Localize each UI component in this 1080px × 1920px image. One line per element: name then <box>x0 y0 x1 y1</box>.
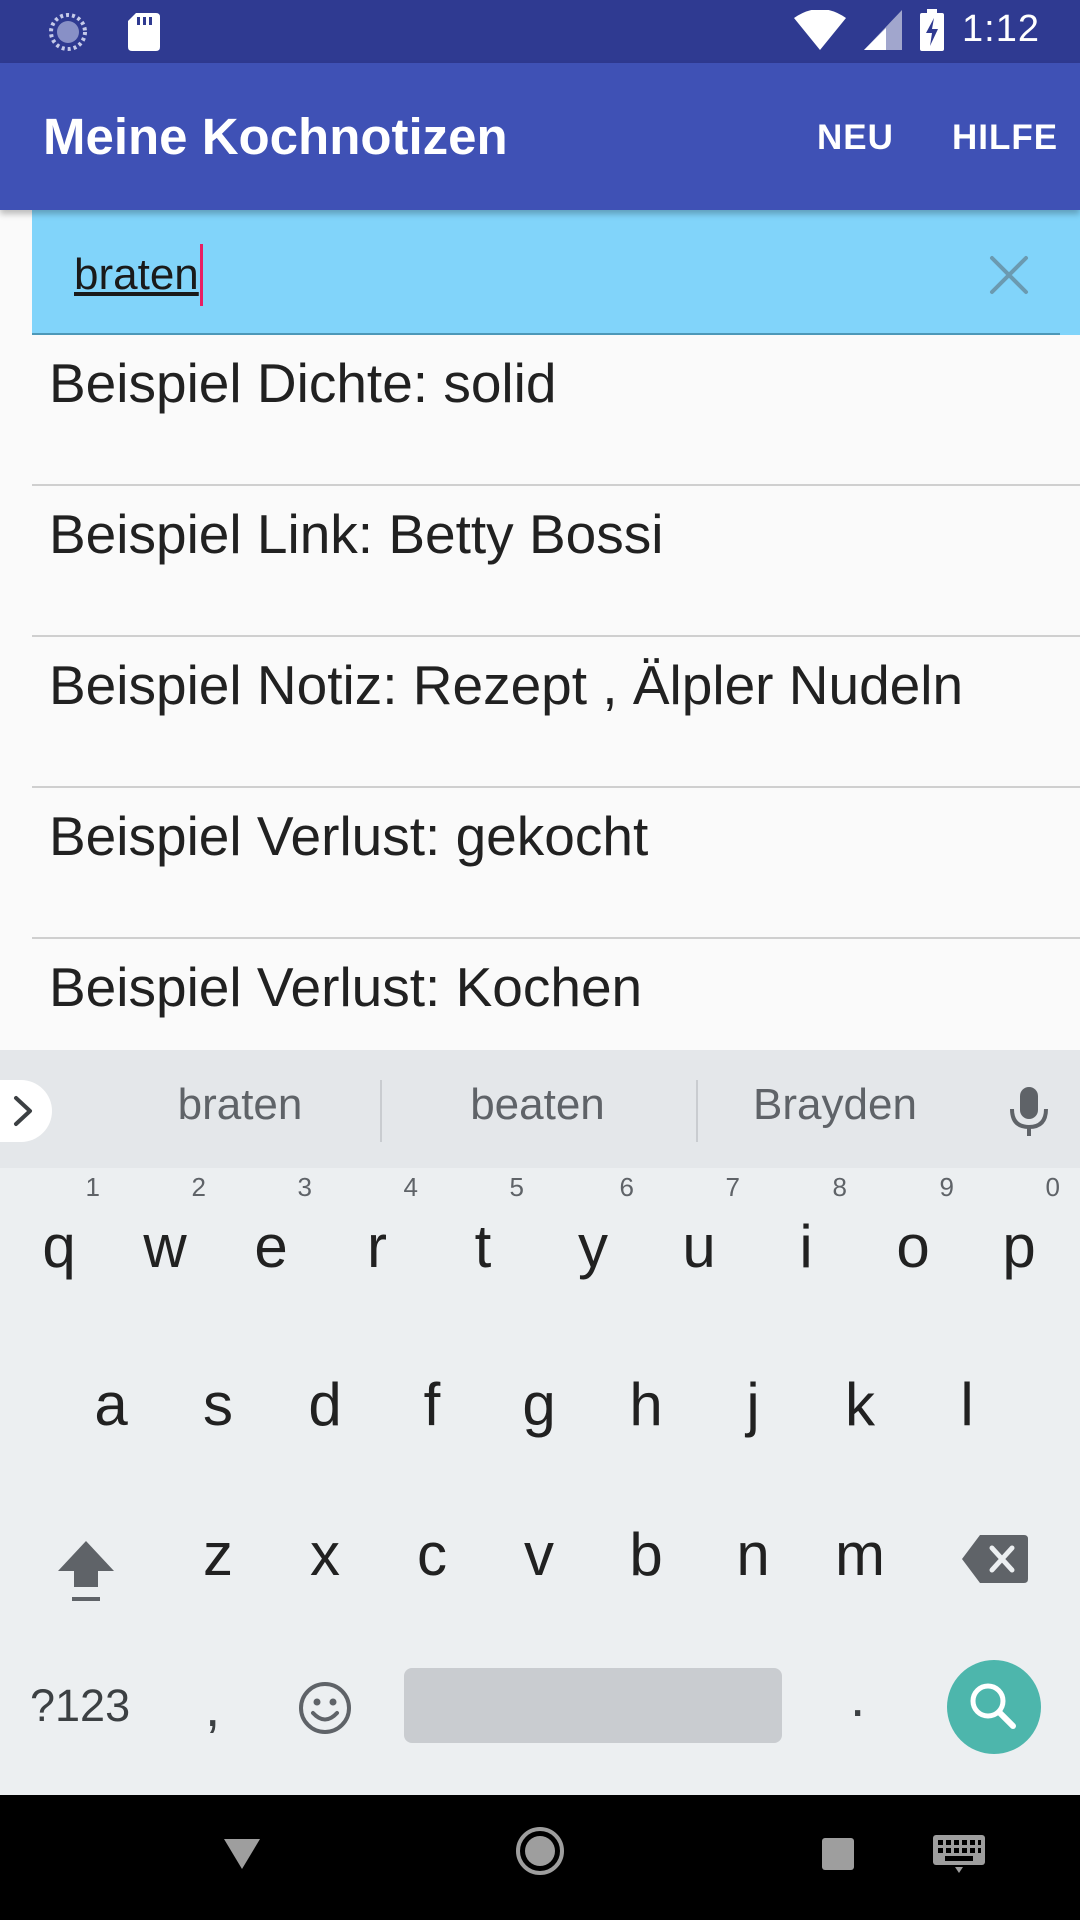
page-title: Meine Kochnotizen <box>43 108 508 165</box>
list-item-label: Beispiel Verlust: Kochen <box>49 956 643 1018</box>
key[interactable]: z <box>175 1520 261 1589</box>
keyboard-icon[interactable] <box>933 1835 985 1873</box>
nav-home-icon[interactable] <box>514 1825 566 1877</box>
key[interactable]: v <box>496 1520 582 1589</box>
new-button[interactable]: NEU <box>817 118 894 158</box>
sync-icon <box>49 13 87 51</box>
search-key[interactable] <box>947 1660 1041 1754</box>
battery-charging-icon <box>920 8 945 51</box>
key[interactable]: g <box>496 1370 582 1439</box>
nav-recent-icon[interactable] <box>822 1838 854 1870</box>
signal-icon <box>864 9 903 50</box>
key[interactable]: 2w <box>122 1172 208 1281</box>
comma-key[interactable]: , <box>205 1675 220 1739</box>
key[interactable]: m <box>817 1520 903 1589</box>
list-item-label: Beispiel Notiz: Rezept , Älpler Nudeln <box>49 654 964 716</box>
period-key[interactable]: . <box>850 1665 865 1729</box>
key[interactable]: s <box>175 1370 261 1439</box>
list-item[interactable]: Beispiel Verlust: gekocht <box>32 788 1080 939</box>
list-item[interactable]: Beispiel Notiz: Rezept , Älpler Nudeln <box>32 637 1080 788</box>
key[interactable]: f <box>389 1370 475 1439</box>
search-input[interactable]: braten <box>74 244 934 306</box>
search-underline <box>32 333 1060 335</box>
result-list: Beispiel Dichte: solid Beispiel Link: Be… <box>32 335 1080 1090</box>
chevron-right-icon <box>14 1096 32 1126</box>
key[interactable]: d <box>282 1370 368 1439</box>
key[interactable]: l <box>924 1370 1010 1439</box>
help-button[interactable]: HILFE <box>952 118 1058 158</box>
nav-bar <box>0 1795 1080 1920</box>
sd-card-icon <box>128 13 160 51</box>
status-bar: 1:12 <box>0 0 1080 63</box>
key[interactable]: k <box>817 1370 903 1439</box>
key[interactable]: 7u <box>656 1172 742 1281</box>
key[interactable]: 1q <box>16 1172 102 1281</box>
list-item-label: Beispiel Link: Betty Bossi <box>49 503 664 565</box>
symbols-key[interactable]: ?123 <box>30 1680 130 1732</box>
suggestion-divider <box>380 1080 382 1142</box>
key[interactable]: c <box>389 1520 475 1589</box>
list-item[interactable]: Beispiel Dichte: solid <box>32 335 1080 486</box>
suggestion-item[interactable]: braten <box>110 1080 370 1130</box>
key[interactable]: 9o <box>870 1172 956 1281</box>
key[interactable]: 3e <box>228 1172 314 1281</box>
key[interactable]: n <box>710 1520 796 1589</box>
search-input-text: braten <box>74 250 199 299</box>
search-icon <box>970 1683 1016 1729</box>
search-bar: braten <box>32 210 1080 335</box>
list-item[interactable]: Beispiel Link: Betty Bossi <box>32 486 1080 637</box>
suggestion-toggle[interactable] <box>0 1080 52 1142</box>
emoji-icon[interactable] <box>297 1680 353 1736</box>
app-bar: Meine Kochnotizen NEU HILFE <box>0 63 1080 210</box>
list-item-label: Beispiel Verlust: gekocht <box>49 805 649 867</box>
key[interactable]: 8i <box>763 1172 849 1281</box>
key[interactable]: x <box>282 1520 368 1589</box>
wifi-icon <box>794 9 847 50</box>
mic-icon[interactable] <box>1005 1085 1053 1137</box>
key[interactable]: a <box>68 1370 154 1439</box>
shift-icon[interactable] <box>54 1535 118 1605</box>
space-key[interactable] <box>404 1668 782 1743</box>
nav-back-icon[interactable] <box>224 1835 260 1871</box>
list-item-label: Beispiel Dichte: solid <box>49 352 557 414</box>
text-caret <box>199 244 203 306</box>
suggestion-divider <box>696 1080 698 1142</box>
key[interactable]: 6y <box>550 1172 636 1281</box>
key[interactable]: b <box>603 1520 689 1589</box>
key[interactable]: 4r <box>334 1172 420 1281</box>
key[interactable]: j <box>710 1370 796 1439</box>
status-time: 1:12 <box>962 8 1040 50</box>
suggestion-item[interactable]: beaten <box>405 1080 670 1130</box>
key[interactable]: h <box>603 1370 689 1439</box>
suggestion-item[interactable]: Brayden <box>705 1080 965 1130</box>
close-icon[interactable] <box>984 250 1034 300</box>
backspace-icon[interactable] <box>962 1535 1028 1583</box>
key[interactable]: 0p <box>976 1172 1062 1281</box>
suggestion-bar: braten beaten Brayden <box>0 1050 1080 1168</box>
key[interactable]: 5t <box>440 1172 526 1281</box>
keyboard: braten beaten Brayden 1q 2w 3e 4r 5t 6y … <box>0 1050 1080 1795</box>
